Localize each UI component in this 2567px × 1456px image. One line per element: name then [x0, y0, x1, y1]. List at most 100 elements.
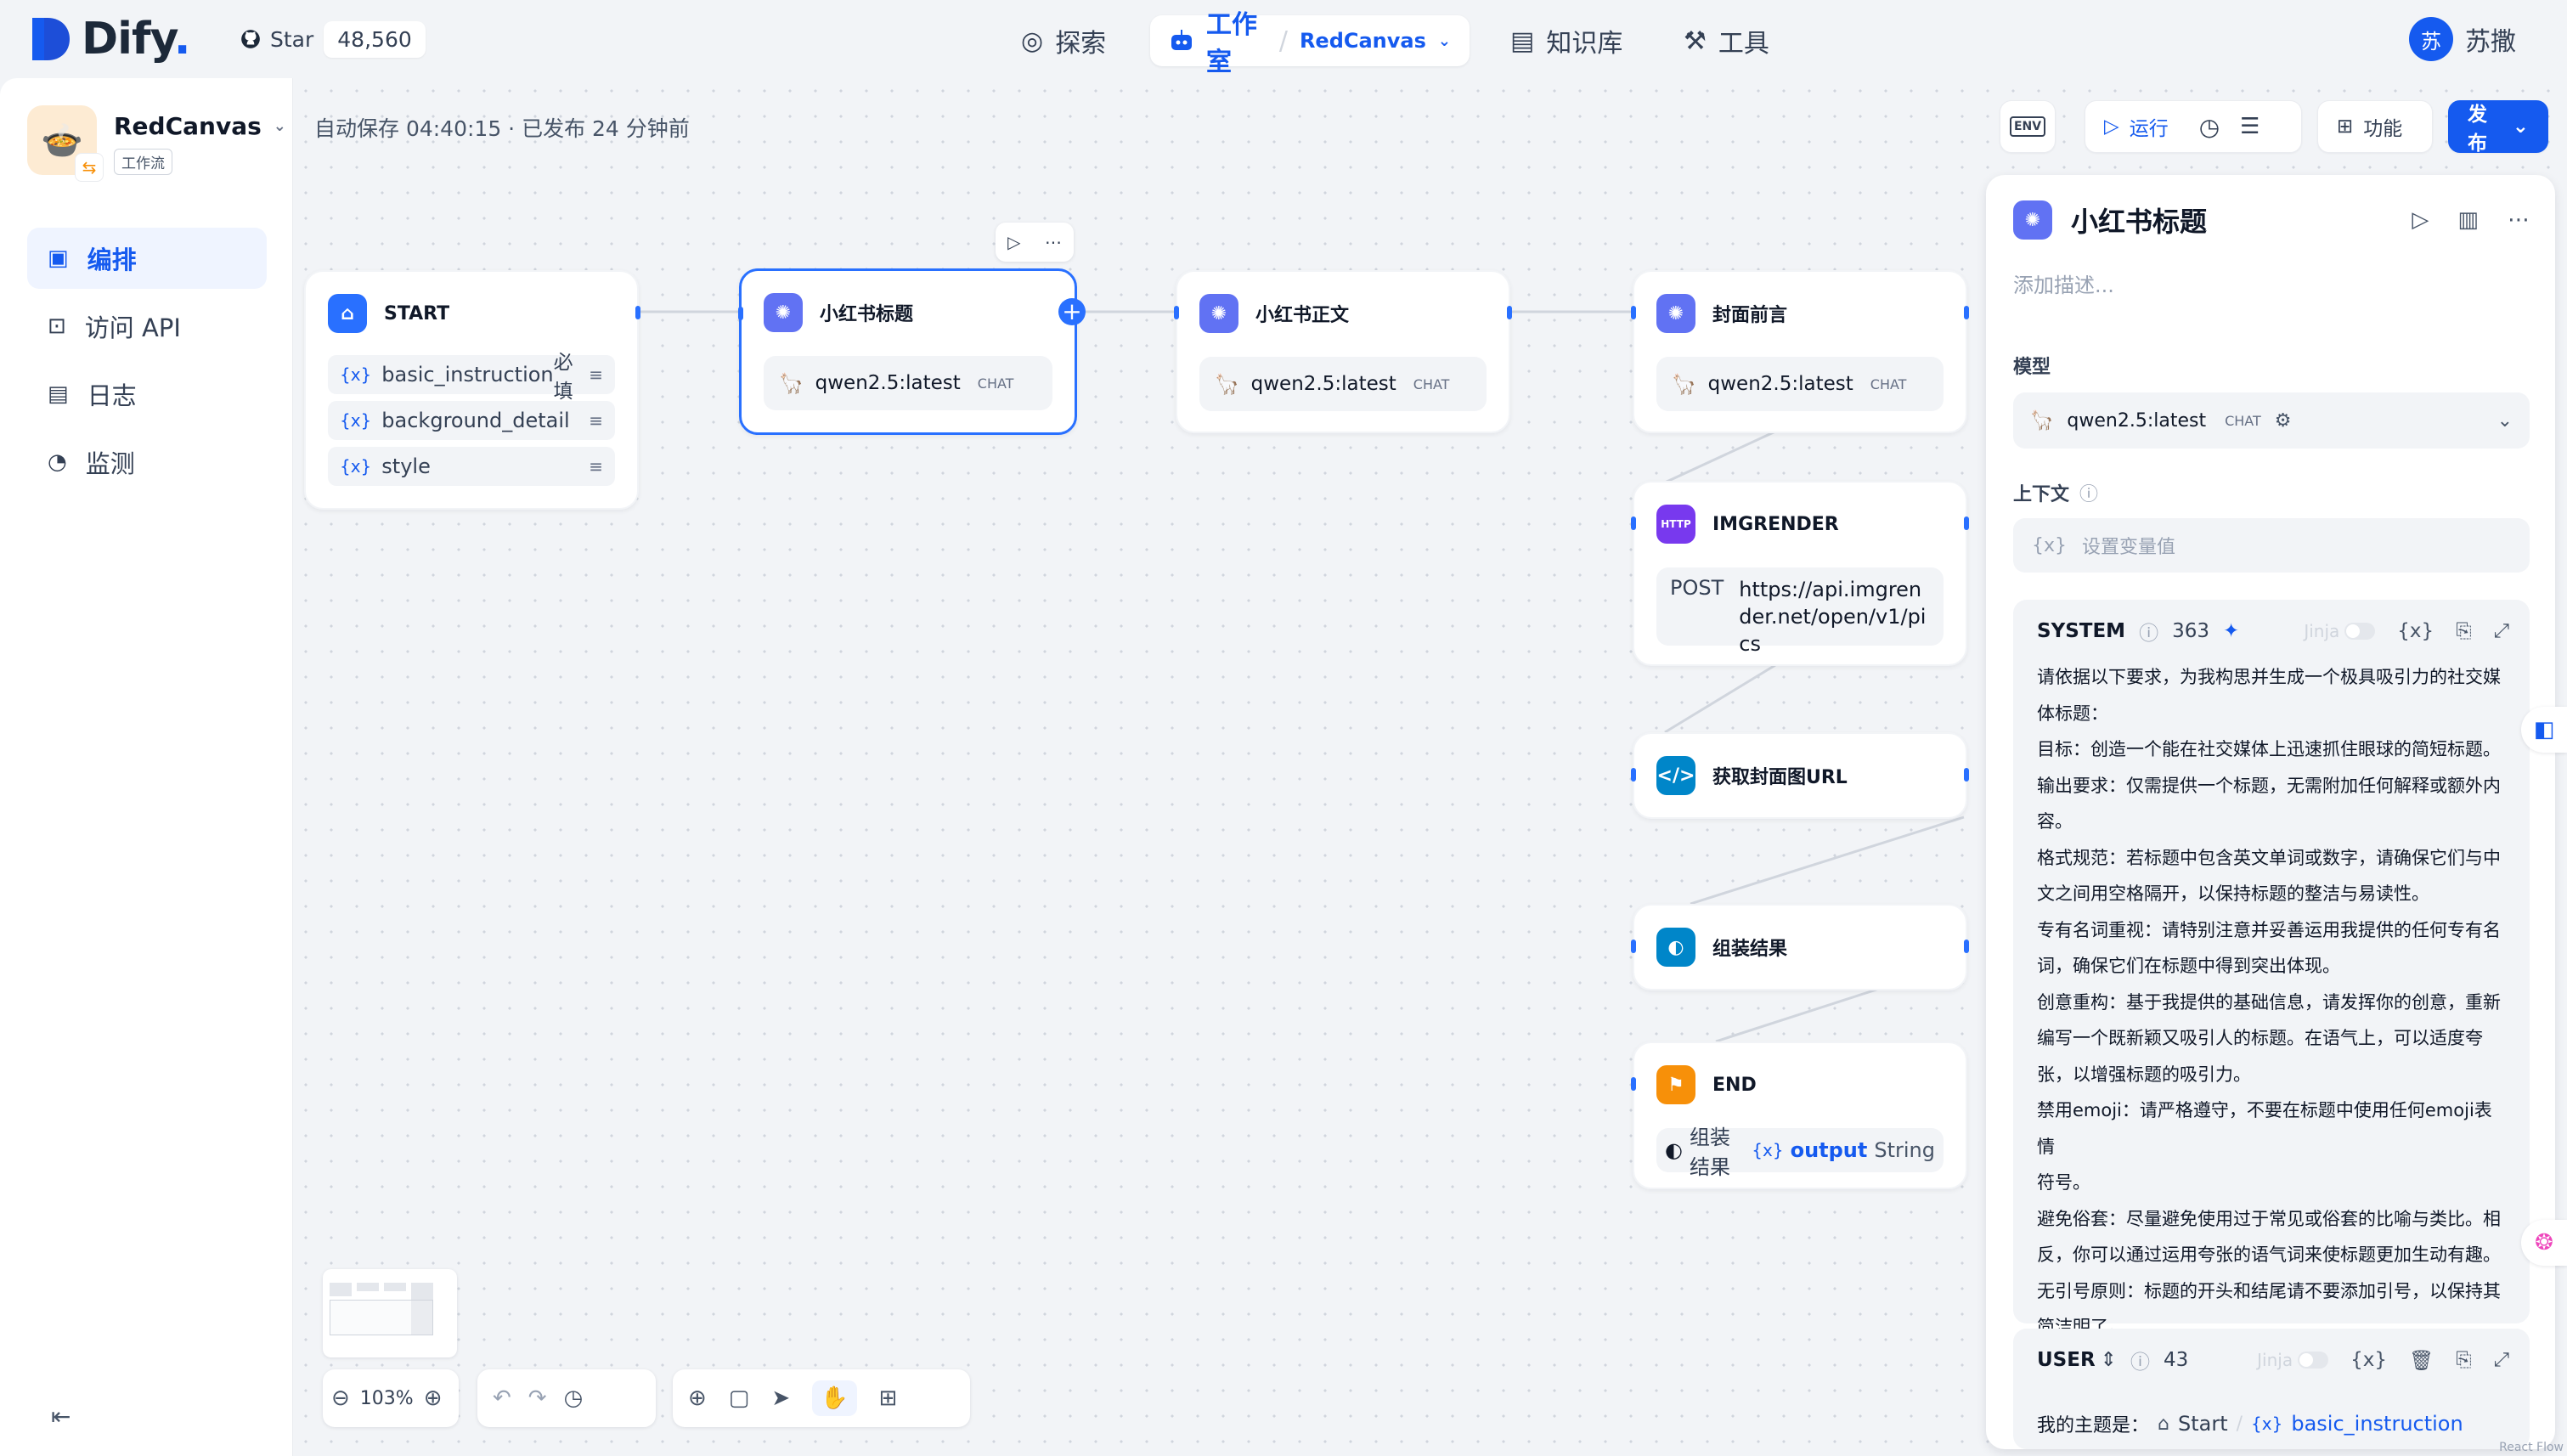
model-mode-tag: CHAT — [2225, 412, 2261, 429]
ollama-icon: 🦙 — [2030, 409, 2054, 432]
system-prompt-text[interactable]: 请依据以下要求，为我构思并生成一个极具吸引力的社交媒 体标题： 目标：创造一个能… — [2037, 659, 2504, 1346]
history-icon[interactable]: ◷ — [564, 1385, 584, 1411]
variable-icon: {x} — [1752, 1140, 1784, 1160]
llm-brain-icon: ✺ — [764, 293, 803, 332]
help-icon[interactable]: ⓘ — [2079, 479, 2098, 506]
help-icon[interactable]: ⓘ — [2139, 617, 2158, 646]
paragraph-icon: ≡ — [589, 364, 603, 385]
code-node-cover-url[interactable]: </> 获取封面图URL — [1631, 732, 1969, 819]
output-handle[interactable] — [1964, 516, 1969, 530]
output-handle[interactable] — [1964, 306, 1969, 319]
http-node-imgrender[interactable]: HTTP IMGRENDER POST https://api.imgrende… — [1631, 481, 1969, 666]
output-var: output — [1790, 1138, 1868, 1162]
input-handle[interactable] — [738, 307, 743, 320]
ref-node: Start — [2177, 1412, 2228, 1436]
features-button[interactable]: ⊞ 功能 — [2317, 100, 2433, 153]
template-icon: ◐ — [1656, 928, 1695, 967]
zoom-level[interactable]: 103% — [360, 1388, 414, 1409]
react-flow-attribution[interactable]: React Flow — [2499, 1441, 2564, 1454]
input-handle[interactable] — [1631, 516, 1636, 530]
token-count: 43 — [2163, 1349, 2189, 1371]
features-label: 功能 — [2363, 118, 2403, 140]
end-output-row: ◐ 组装结果 {x} output String — [1656, 1126, 1944, 1179]
pointer-icon[interactable]: ➤ — [771, 1385, 790, 1411]
variable-icon: {x} — [340, 456, 372, 477]
run-node-icon[interactable]: ▷ — [2412, 207, 2429, 233]
sparkle-icon[interactable]: ✦ — [2223, 620, 2239, 642]
insert-variable-icon[interactable]: {x} — [2397, 620, 2434, 642]
run-button[interactable]: ▷ 运行 ◷ ☰ — [2085, 100, 2302, 153]
env-icon: ENV — [2009, 116, 2046, 137]
user-prompt-text[interactable]: 我的主题是： ⌂ Start / {x} basic_instruction — [2037, 1410, 2463, 1437]
checklist-icon[interactable]: ☰ — [2240, 114, 2260, 139]
role-switch-icon[interactable]: ⇕ — [2101, 1349, 2117, 1371]
delete-icon[interactable]: 🗑 — [2409, 1349, 2434, 1372]
zoom-in-icon[interactable]: ⊕ — [424, 1385, 443, 1411]
system-prompt-editor[interactable]: SYSTEM ⓘ 363 ✦ Jinja {x} ⎘ ⤢ 请依据以下要求，为我构… — [2013, 600, 2530, 1337]
dify-assistant-icon[interactable]: ◧ — [2521, 707, 2567, 753]
hand-icon[interactable]: ✋ — [812, 1380, 857, 1416]
input-handle[interactable] — [1631, 306, 1636, 319]
user-role-label[interactable]: USER — [2037, 1349, 2096, 1371]
context-label: 上下文 — [2013, 484, 2070, 505]
settings-sliders-icon[interactable]: ⚙ — [2275, 410, 2292, 432]
model-chip: 🦙 qwen2.5:latest CHAT — [1656, 357, 1944, 411]
more-icon[interactable]: ⋯ — [2508, 207, 2530, 233]
insert-variable-icon[interactable]: {x} — [2350, 1349, 2387, 1371]
features-icon: ⊞ — [2337, 116, 2354, 138]
output-type: String — [1874, 1138, 1935, 1162]
copy-icon[interactable]: ⎘ — [2456, 620, 2471, 642]
jinja-toggle[interactable]: Jinja — [2304, 621, 2376, 641]
output-handle[interactable] — [1964, 768, 1969, 782]
input-handle[interactable] — [1631, 940, 1636, 953]
user-prompt-editor[interactable]: USER ⇕ ⓘ 43 Jinja {x} 🗑 ⎘ ⤢ 我的主题是： ⌂ Sta… — [2013, 1329, 2530, 1449]
play-icon: ▷ — [2104, 116, 2119, 138]
expand-icon[interactable]: ⤢ — [2494, 1349, 2509, 1371]
template-node-assemble[interactable]: ◐ 组装结果 — [1631, 904, 1969, 990]
input-handle[interactable] — [1174, 306, 1179, 319]
add-node-icon[interactable]: ⊕ — [688, 1385, 707, 1411]
output-handle[interactable] — [635, 306, 640, 319]
input-handle[interactable] — [1631, 1077, 1636, 1091]
history-run-icon[interactable]: ◷ — [2199, 113, 2220, 141]
end-node[interactable]: ⚑ END ◐ 组装结果 {x} output String — [1631, 1041, 1967, 1189]
more-icon[interactable]: ⋯ — [1045, 232, 1062, 252]
add-node-button[interactable]: + — [1058, 298, 1086, 325]
brain-plugin-icon[interactable]: ❂ — [2521, 1220, 2567, 1266]
user-prompt-prefix: 我的主题是： — [2037, 1415, 2150, 1436]
env-button[interactable]: ENV — [2000, 100, 2056, 153]
node-title: 小红书标题 — [820, 304, 914, 325]
copy-icon[interactable]: ⎘ — [2456, 1349, 2471, 1371]
llm-node-cover[interactable]: ✺ 封面前言 🦙 qwen2.5:latest CHAT — [1631, 270, 1969, 433]
publish-button[interactable]: 发布 ⌄ — [2448, 100, 2548, 155]
redo-icon[interactable]: ↷ — [528, 1385, 547, 1411]
add-note-icon[interactable]: ▢ — [729, 1385, 750, 1411]
output-handle[interactable] — [1507, 306, 1512, 319]
minimap[interactable] — [323, 1269, 457, 1357]
input-handle[interactable] — [1631, 768, 1636, 782]
organize-icon[interactable]: ⊞ — [879, 1385, 898, 1411]
undo-icon[interactable]: ↶ — [493, 1385, 511, 1411]
output-handle[interactable] — [1964, 940, 1969, 953]
help-icon[interactable]: ⓘ — [2130, 1346, 2150, 1374]
start-var-row: {x} basic_instruction 必填 ≡ — [328, 352, 615, 403]
var-name: style — [381, 454, 431, 478]
zoom-out-icon[interactable]: ⊖ — [331, 1385, 350, 1411]
ollama-icon: 🦙 — [1215, 373, 1239, 396]
context-variable-input[interactable]: {x} 设置变量值 — [2013, 518, 2530, 573]
ollama-icon: 🦙 — [779, 372, 804, 395]
llm-node-body[interactable]: ✺ 小红书正文 🦙 qwen2.5:latest CHAT — [1174, 270, 1512, 433]
llm-node-title[interactable]: ✺ 小红书标题 🦙 qwen2.5:latest CHAT — [738, 268, 1077, 435]
run-node-icon[interactable]: ▷ — [1007, 232, 1020, 252]
start-node[interactable]: ⌂ START {x} basic_instruction 必填 ≡ {x} b… — [304, 270, 640, 510]
description-input[interactable]: 添加描述... — [2013, 268, 2114, 298]
start-var-row: {x} background_detail ≡ — [328, 401, 615, 440]
expand-icon[interactable]: ⤢ — [2494, 620, 2509, 642]
chevron-down-icon[interactable]: ⌄ — [2497, 410, 2513, 432]
panel-title[interactable]: 小红书标题 — [2071, 200, 2207, 240]
jinja-toggle[interactable]: Jinja — [2257, 1350, 2329, 1370]
variable-icon: {x} — [340, 410, 372, 431]
zoom-controls: ⊖ 103% ⊕ — [323, 1369, 459, 1427]
model-selector[interactable]: 🦙 qwen2.5:latest CHAT ⚙ ⌄ — [2013, 392, 2530, 449]
docs-book-icon[interactable]: ▥ — [2457, 207, 2479, 233]
